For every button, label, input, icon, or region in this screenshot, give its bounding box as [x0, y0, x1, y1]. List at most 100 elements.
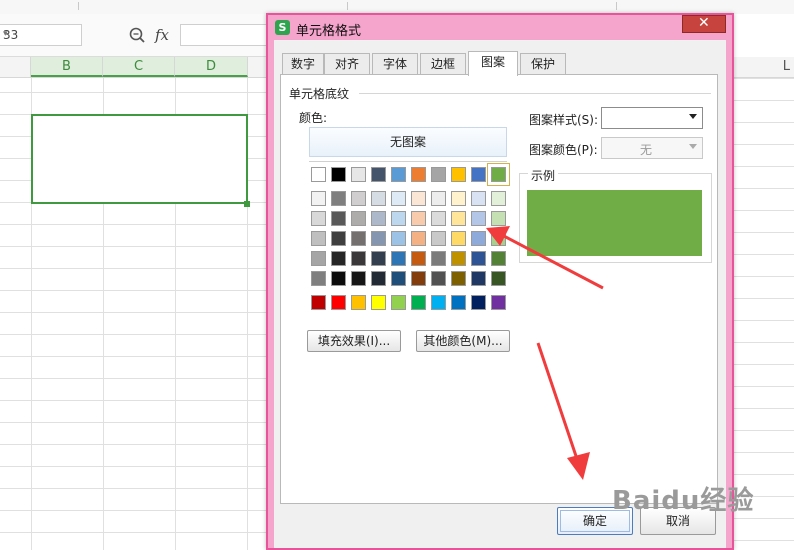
- fill-handle[interactable]: [244, 201, 250, 207]
- color-swatch[interactable]: [451, 271, 466, 286]
- column-header-d[interactable]: D: [175, 57, 248, 77]
- color-swatch[interactable]: [431, 251, 446, 266]
- color-swatch[interactable]: [431, 231, 446, 246]
- color-swatch[interactable]: [451, 211, 466, 226]
- color-swatch[interactable]: [351, 231, 366, 246]
- color-swatch[interactable]: [311, 271, 326, 286]
- color-swatch[interactable]: [371, 167, 386, 182]
- color-swatch[interactable]: [491, 191, 506, 206]
- color-swatch[interactable]: [471, 271, 486, 286]
- close-button[interactable]: ✕: [682, 15, 726, 33]
- color-swatch[interactable]: [351, 211, 366, 226]
- color-swatch[interactable]: [371, 231, 386, 246]
- dialog-title: 单元格格式: [296, 24, 362, 39]
- color-swatch[interactable]: [391, 191, 406, 206]
- color-swatch[interactable]: [331, 211, 346, 226]
- column-header-l[interactable]: L: [733, 57, 794, 78]
- color-swatch[interactable]: [431, 271, 446, 286]
- color-swatch[interactable]: [311, 167, 326, 182]
- color-swatch[interactable]: [471, 295, 486, 310]
- color-swatch[interactable]: [411, 271, 426, 286]
- color-swatch[interactable]: [351, 271, 366, 286]
- tab-font[interactable]: 字体: [372, 53, 418, 75]
- selected-cell-range[interactable]: [31, 114, 248, 204]
- color-swatch[interactable]: [471, 231, 486, 246]
- color-swatch[interactable]: [371, 271, 386, 286]
- color-swatch[interactable]: [491, 295, 506, 310]
- color-swatch[interactable]: [471, 191, 486, 206]
- color-swatch[interactable]: [391, 231, 406, 246]
- color-swatch[interactable]: [311, 211, 326, 226]
- color-swatch[interactable]: [311, 251, 326, 266]
- color-swatch[interactable]: [331, 191, 346, 206]
- color-swatch[interactable]: [471, 211, 486, 226]
- tab-protection[interactable]: 保护: [520, 53, 566, 75]
- color-swatch[interactable]: [371, 191, 386, 206]
- color-swatch[interactable]: [371, 295, 386, 310]
- pattern-style-dropdown[interactable]: [601, 107, 703, 129]
- zoom-search-icon[interactable]: [128, 26, 146, 44]
- color-swatch[interactable]: [411, 231, 426, 246]
- pattern-style-label: 图案样式(S):: [529, 113, 599, 127]
- color-swatch[interactable]: [351, 167, 366, 182]
- color-swatch[interactable]: [311, 295, 326, 310]
- color-swatch[interactable]: [331, 271, 346, 286]
- color-swatch[interactable]: [351, 191, 366, 206]
- color-swatch[interactable]: [431, 167, 446, 182]
- no-pattern-button[interactable]: 无图案: [309, 127, 507, 157]
- color-swatch[interactable]: [311, 191, 326, 206]
- color-swatch[interactable]: [351, 295, 366, 310]
- color-swatch[interactable]: [331, 231, 346, 246]
- color-swatch[interactable]: [411, 211, 426, 226]
- tab-number[interactable]: 数字: [282, 53, 324, 75]
- color-swatch[interactable]: [431, 191, 446, 206]
- dialog-title-bar[interactable]: S 单元格格式 ✕: [268, 15, 732, 40]
- color-swatch[interactable]: [411, 295, 426, 310]
- column-header-b[interactable]: B: [31, 57, 103, 77]
- color-swatch[interactable]: [391, 271, 406, 286]
- column-header-a[interactable]: [0, 57, 31, 77]
- tab-patterns[interactable]: 图案: [468, 51, 518, 76]
- color-swatch[interactable]: [411, 191, 426, 206]
- tab-border[interactable]: 边框: [420, 53, 466, 75]
- color-swatch[interactable]: [331, 295, 346, 310]
- color-swatch[interactable]: [331, 251, 346, 266]
- pattern-color-value: 无: [640, 143, 653, 157]
- color-swatch[interactable]: [371, 211, 386, 226]
- color-swatch[interactable]: [371, 251, 386, 266]
- color-swatch[interactable]: [491, 231, 506, 246]
- color-swatch[interactable]: [451, 295, 466, 310]
- color-swatch[interactable]: [411, 251, 426, 266]
- color-swatch[interactable]: [391, 295, 406, 310]
- color-swatch[interactable]: [451, 167, 466, 182]
- column-header-c[interactable]: C: [103, 57, 175, 77]
- formula-input[interactable]: [180, 24, 280, 46]
- fill-effects-button[interactable]: 填充效果(I)...: [307, 330, 401, 352]
- color-swatch[interactable]: [431, 295, 446, 310]
- color-swatch[interactable]: [391, 251, 406, 266]
- name-box[interactable]: 33 ▾: [0, 24, 82, 46]
- color-swatch[interactable]: [491, 251, 506, 266]
- color-swatch[interactable]: [451, 191, 466, 206]
- color-swatch[interactable]: [431, 211, 446, 226]
- tab-alignment[interactable]: 对齐: [324, 53, 370, 75]
- color-swatch[interactable]: [331, 167, 346, 182]
- cell-shading-group-label: 单元格底纹: [289, 85, 354, 102]
- color-swatch[interactable]: [391, 167, 406, 182]
- fx-icon[interactable]: fx: [155, 26, 169, 44]
- color-swatch[interactable]: [491, 211, 506, 226]
- color-swatch[interactable]: [351, 251, 366, 266]
- color-swatch[interactable]: [451, 231, 466, 246]
- color-swatch[interactable]: [471, 251, 486, 266]
- color-swatch[interactable]: [471, 167, 486, 182]
- chevron-down-icon[interactable]: ▾: [3, 29, 77, 39]
- color-swatch[interactable]: [411, 167, 426, 182]
- color-swatch[interactable]: [311, 231, 326, 246]
- more-colors-button[interactable]: 其他颜色(M)...: [416, 330, 510, 352]
- pattern-color-dropdown[interactable]: 无: [601, 137, 703, 159]
- color-swatch[interactable]: [491, 271, 506, 286]
- ribbon-divider: [347, 2, 348, 10]
- color-swatch[interactable]: [487, 163, 510, 186]
- color-swatch[interactable]: [391, 211, 406, 226]
- color-swatch[interactable]: [451, 251, 466, 266]
